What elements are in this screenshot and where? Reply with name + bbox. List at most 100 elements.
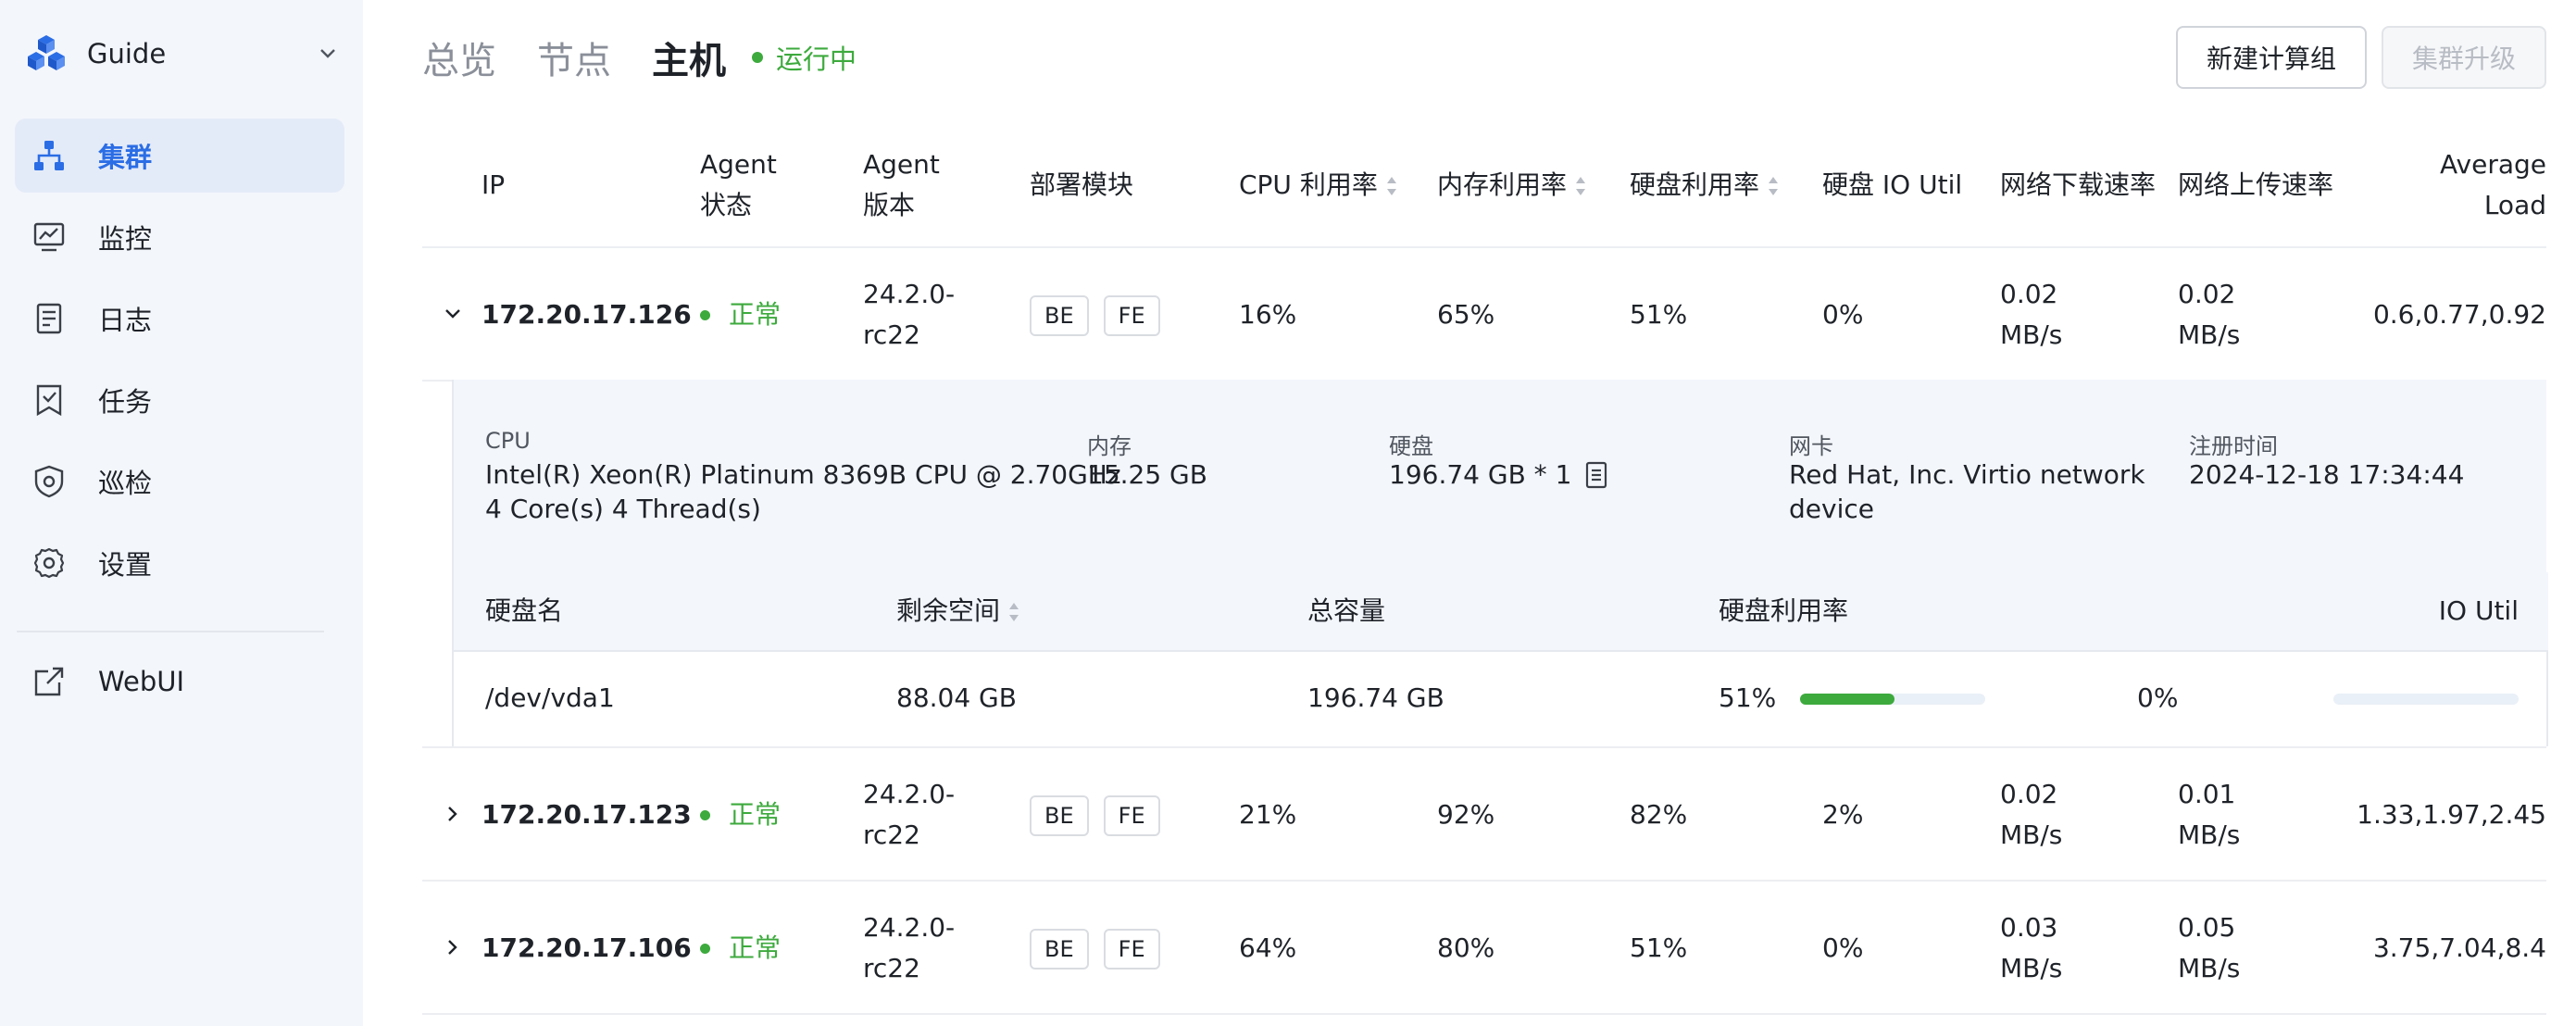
net-download: 0.02 MB/s <box>2000 274 2062 356</box>
row-divider <box>422 746 2546 748</box>
detail-mem-label: 内存 <box>1087 433 1132 459</box>
disk-usage: 51% <box>1630 932 1688 963</box>
cpu-usage: 16% <box>1239 299 1297 330</box>
disk-free: 88.04 GB <box>896 682 1017 713</box>
mem-usage: 65% <box>1437 299 1495 330</box>
detail-cpu-model: Intel(R) Xeon(R) Platinum 8369B CPU @ 2.… <box>485 459 1121 490</box>
host-ip[interactable]: 172.20.17.126 <box>481 294 692 335</box>
col-agent-version-line2: 版本 <box>863 190 916 220</box>
cpu-usage: 21% <box>1239 799 1297 830</box>
agent-status: 正常 <box>700 294 781 335</box>
agent-status-text: 正常 <box>729 299 782 330</box>
net-upload-unit: MB/s <box>2178 820 2241 850</box>
sidebar: Guide 集群 监控 日志 任务 巡检 设置 WebUI <box>0 0 363 1026</box>
status-dot <box>700 943 710 954</box>
disk-io-util: 2% <box>1822 799 1864 830</box>
average-load: 0.6,0.77,0.92 <box>2372 299 2546 330</box>
net-download-value: 0.02 <box>2000 779 2058 809</box>
disk-io-bar <box>2333 694 2519 705</box>
sidebar-item-task[interactable]: 任务 <box>15 363 344 437</box>
sort-icon[interactable] <box>1385 174 1398 198</box>
col-mem[interactable]: 内存利用率 <box>1437 165 1587 206</box>
col-ip: IP <box>481 169 506 200</box>
sidebar-item-label: 任务 <box>98 386 153 418</box>
detail-cpu-value: Intel(R) Xeon(R) Platinum 8369B CPU @ 2.… <box>485 457 1121 526</box>
document-list-icon[interactable] <box>1584 461 1608 489</box>
tab-hosts[interactable]: 主机 <box>652 31 726 84</box>
net-upload: 0.01 MB/s <box>2178 774 2240 856</box>
disk-io-percent: 0% <box>2137 682 2179 713</box>
disk-total: 196.74 GB <box>1307 682 1444 713</box>
sidebar-item-log[interactable]: 日志 <box>15 282 344 356</box>
agent-status-text: 正常 <box>729 799 782 830</box>
tab-nodes[interactable]: 节点 <box>537 31 611 84</box>
agent-status-text: 正常 <box>729 932 782 963</box>
sidebar-item-label: 监控 <box>98 223 153 255</box>
module-tag-be: BE <box>1030 929 1089 970</box>
col-net-up: 网络上传速率 <box>2178 169 2334 200</box>
col-cpu[interactable]: CPU 利用率 <box>1239 165 1398 206</box>
host-ip[interactable]: 172.20.17.123 <box>481 795 692 835</box>
disk-usage-bar-fill <box>1800 694 1894 705</box>
net-download: 0.02 MB/s <box>2000 774 2062 856</box>
detail-nic-line2: device <box>1789 494 1874 524</box>
disk-usage: 82% <box>1630 799 1688 830</box>
disk-table: 硬盘名 剩余空间 总容量 硬盘利用率 IO Util /dev/vda1 88.… <box>454 572 2548 746</box>
net-download-value: 0.02 <box>2000 279 2058 309</box>
chevron-down-icon <box>320 49 335 58</box>
sort-icon[interactable] <box>1007 600 1020 624</box>
col-modules: 部署模块 <box>1030 169 1134 200</box>
sort-icon[interactable] <box>1767 174 1780 198</box>
col-mem-label: 内存利用率 <box>1437 169 1568 200</box>
module-tags: BE FE <box>1030 795 1175 836</box>
new-compute-group-button[interactable]: 新建计算组 <box>2176 26 2367 89</box>
sidebar-item-inspection[interactable]: 巡检 <box>15 444 344 519</box>
host-ip[interactable]: 172.20.17.106 <box>481 928 692 969</box>
chevron-down-icon[interactable] <box>441 302 465 326</box>
cluster-name: Guide <box>87 38 167 69</box>
cpu-usage: 64% <box>1239 932 1297 963</box>
task-icon <box>36 384 62 417</box>
page-tabs: 总览 节点 主机 运行中 <box>422 31 857 83</box>
status-dot <box>752 52 763 63</box>
sidebar-item-cluster[interactable]: 集群 <box>15 119 344 193</box>
agent-version-line1: 24.2.0- <box>863 279 956 309</box>
status-dot <box>700 809 710 820</box>
chevron-right-icon[interactable] <box>441 802 465 826</box>
external-link-icon <box>34 667 64 696</box>
module-tag-fe: FE <box>1103 795 1160 836</box>
sidebar-item-monitor[interactable]: 监控 <box>15 200 344 274</box>
col-agent-status-line2: 状态 <box>700 190 753 220</box>
col-agent-version: Agent 版本 <box>863 144 940 226</box>
disk-col-free[interactable]: 剩余空间 <box>896 591 1020 632</box>
inspection-shield-icon <box>34 465 64 498</box>
module-tags: BE FE <box>1030 294 1175 336</box>
detail-nic-line1: Red Hat, Inc. Virtio network <box>1789 459 2145 490</box>
cluster-switcher[interactable]: Guide <box>26 31 341 76</box>
agent-version: 24.2.0- rc22 <box>863 774 955 856</box>
col-avg-load: Average Load <box>2440 144 2546 226</box>
agent-version: 24.2.0- rc22 <box>863 907 955 989</box>
status-dot <box>700 309 710 320</box>
disk-name: /dev/vda1 <box>485 682 615 713</box>
row-divider <box>422 1013 2546 1015</box>
net-download: 0.03 MB/s <box>2000 907 2062 989</box>
col-disk[interactable]: 硬盘利用率 <box>1630 165 1780 206</box>
disk-usage-bar <box>1800 694 1985 705</box>
sidebar-item-webui[interactable]: WebUI <box>15 644 344 719</box>
average-load: 1.33,1.97,2.45 <box>2357 799 2546 830</box>
cluster-icon <box>34 141 64 170</box>
module-tags: BE FE <box>1030 928 1175 970</box>
average-load: 3.75,7.04,8.4 <box>2372 932 2546 963</box>
detail-disk-size: 196.74 GB * 1 <box>1389 459 1572 490</box>
sidebar-item-settings[interactable]: 设置 <box>15 526 344 600</box>
tab-overview[interactable]: 总览 <box>422 31 496 84</box>
sort-icon[interactable] <box>1574 174 1587 198</box>
mem-usage: 92% <box>1437 799 1495 830</box>
chevron-right-icon[interactable] <box>441 935 465 959</box>
net-download-unit: MB/s <box>2000 820 2063 850</box>
sidebar-item-label: 巡检 <box>98 468 153 499</box>
detail-register-time: 2024-12-18 17:34:44 <box>2189 459 2465 490</box>
net-upload-value: 0.05 <box>2178 912 2236 943</box>
mem-usage: 80% <box>1437 932 1495 963</box>
